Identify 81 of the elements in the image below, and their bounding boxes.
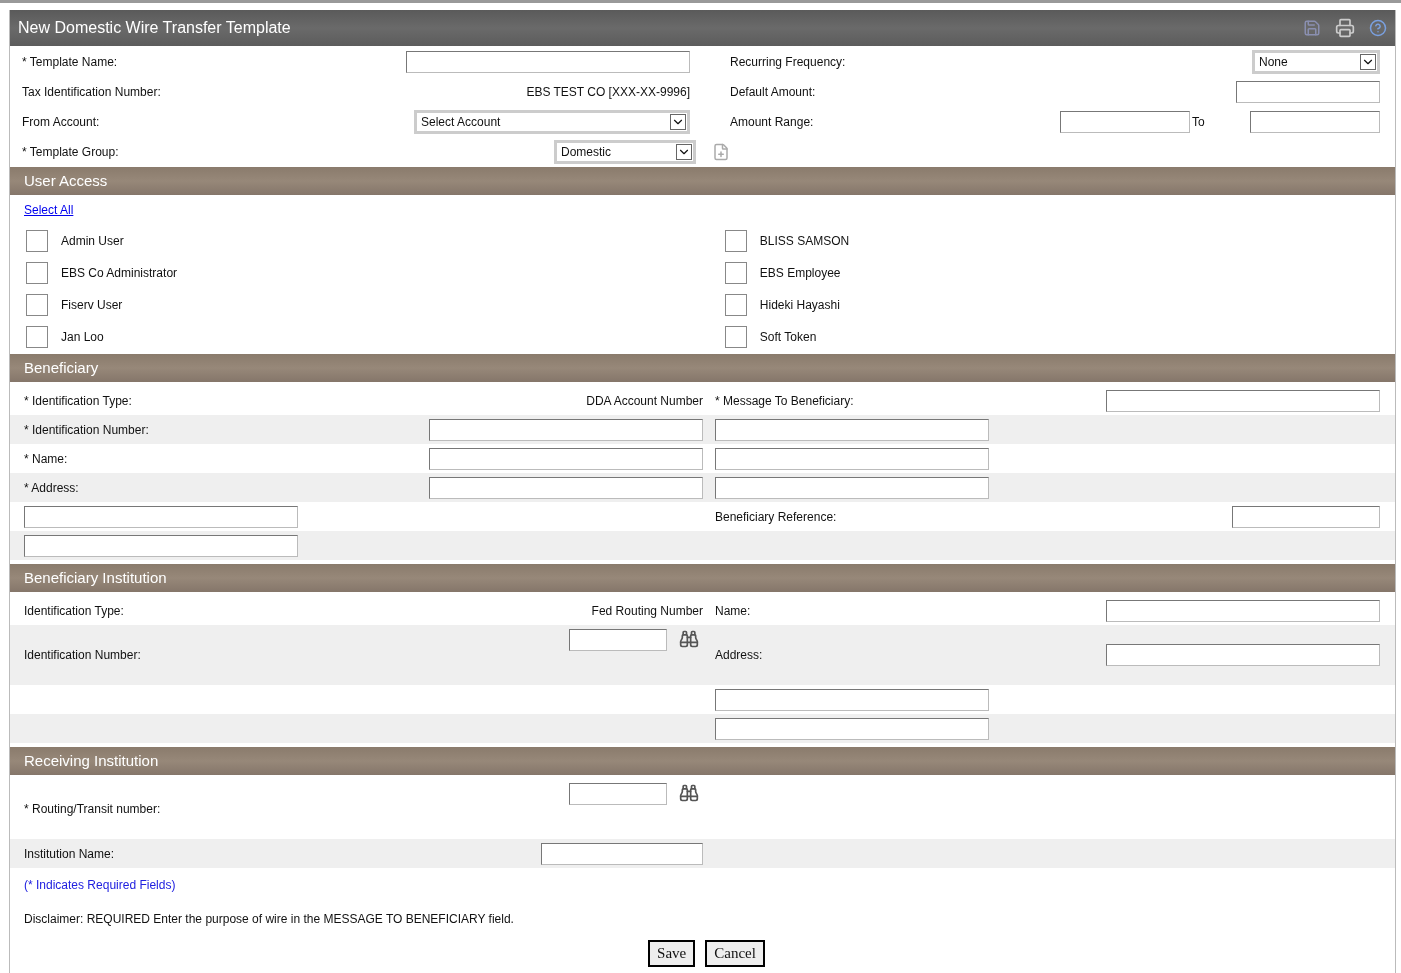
- section-title: Beneficiary: [24, 357, 99, 378]
- field-value: DDA Account Number: [586, 392, 703, 410]
- help-icon[interactable]: [1369, 19, 1387, 37]
- checkbox[interactable]: [724, 294, 747, 316]
- input-field[interactable]: [715, 418, 989, 441]
- input-field[interactable]: [1232, 505, 1380, 528]
- field-label: Address:: [715, 647, 763, 664]
- input-field[interactable]: [429, 476, 703, 499]
- binoculars-icon[interactable]: [679, 783, 699, 803]
- required-fields-note: (* Indicates Required Fields): [24, 878, 176, 892]
- field-label: Beneficiary Reference:: [715, 508, 837, 526]
- checkbox[interactable]: [26, 294, 48, 316]
- field-label: * Message To Beneficiary:: [715, 392, 854, 410]
- binoculars-icon[interactable]: [679, 629, 699, 649]
- field-label: Tax Identification Number:: [22, 84, 161, 101]
- user-name: BLISS SAMSON: [759, 233, 850, 250]
- user-name: EBS Co Administrator: [61, 265, 178, 282]
- field-value: EBS TEST CO [XXX-XX-9996]: [526, 84, 690, 101]
- user-name: Soft Token: [759, 329, 817, 346]
- field-label: * Name:: [24, 450, 68, 468]
- input-field[interactable]: [1106, 599, 1380, 622]
- field-label: Identification Number:: [24, 647, 141, 664]
- section-title: User Access: [24, 170, 108, 191]
- field-label: * Identification Number:: [24, 421, 149, 439]
- input-field[interactable]: [569, 629, 667, 651]
- field-label: * Template Name:: [22, 54, 118, 71]
- section-title: Beneficiary Institution: [24, 567, 167, 588]
- input-field[interactable]: [1236, 81, 1380, 103]
- dropdown-icon: [1360, 54, 1376, 70]
- save-button[interactable]: Save: [648, 940, 696, 967]
- user-name: Admin User: [61, 233, 124, 250]
- field-label: Name:: [715, 602, 751, 620]
- input-field[interactable]: [24, 534, 298, 557]
- checkbox[interactable]: [26, 326, 48, 348]
- checkbox[interactable]: [724, 262, 747, 284]
- field-label: Amount Range:: [730, 114, 814, 131]
- checkbox[interactable]: [724, 326, 747, 348]
- disclaimer-text: Disclaimer: REQUIRED Enter the purpose of wire in the MESSAGE TO BENEFICIARY field.: [24, 912, 514, 926]
- select-all-link[interactable]: Select All: [24, 203, 74, 217]
- input-field[interactable]: [406, 51, 690, 73]
- input-field[interactable]: [1250, 111, 1380, 133]
- input-field[interactable]: [569, 783, 667, 805]
- input-field[interactable]: [1106, 644, 1380, 666]
- field-label: Identification Type:: [24, 602, 124, 620]
- input-field[interactable]: [1106, 389, 1380, 412]
- section-title: Receiving Institution: [24, 750, 159, 771]
- field-label: Default Amount:: [730, 84, 816, 101]
- window-title: New Domestic Wire Transfer Template: [18, 18, 291, 38]
- dropdown-icon: [676, 144, 692, 160]
- cancel-button[interactable]: Cancel: [705, 940, 765, 967]
- input-field[interactable]: [429, 418, 703, 441]
- field-label: Institution Name:: [24, 845, 115, 863]
- select-field[interactable]: None: [1252, 50, 1380, 74]
- field-value: Fed Routing Number: [591, 602, 703, 620]
- field-label: * Routing/Transit number:: [24, 801, 161, 818]
- dropdown-icon: [670, 114, 686, 130]
- range-separator: To: [1192, 114, 1206, 131]
- select-field[interactable]: Select Account: [414, 110, 690, 134]
- field-label: * Identification Type:: [24, 392, 132, 410]
- checkbox[interactable]: [724, 230, 747, 252]
- input-field[interactable]: [715, 447, 989, 470]
- user-name: Fiserv User: [61, 297, 123, 314]
- input-field[interactable]: [541, 842, 703, 865]
- field-label: Recurring Frequency:: [730, 54, 846, 71]
- print-icon[interactable]: [1335, 18, 1355, 38]
- input-field[interactable]: [1060, 111, 1190, 133]
- user-name: EBS Employee: [759, 265, 841, 282]
- user-name: Jan Loo: [61, 329, 104, 346]
- checkbox[interactable]: [26, 262, 48, 284]
- input-field[interactable]: [715, 476, 989, 499]
- field-label: * Address:: [24, 479, 79, 497]
- add-document-icon[interactable]: [712, 143, 730, 161]
- input-field[interactable]: [715, 717, 989, 740]
- input-field[interactable]: [715, 688, 989, 711]
- select-field[interactable]: Domestic: [554, 140, 696, 164]
- checkbox[interactable]: [26, 230, 48, 252]
- user-name: Hideki Hayashi: [759, 297, 840, 314]
- field-label: * Template Group:: [22, 144, 119, 161]
- input-field[interactable]: [429, 447, 703, 470]
- field-label: From Account:: [22, 114, 100, 131]
- input-field[interactable]: [24, 505, 298, 528]
